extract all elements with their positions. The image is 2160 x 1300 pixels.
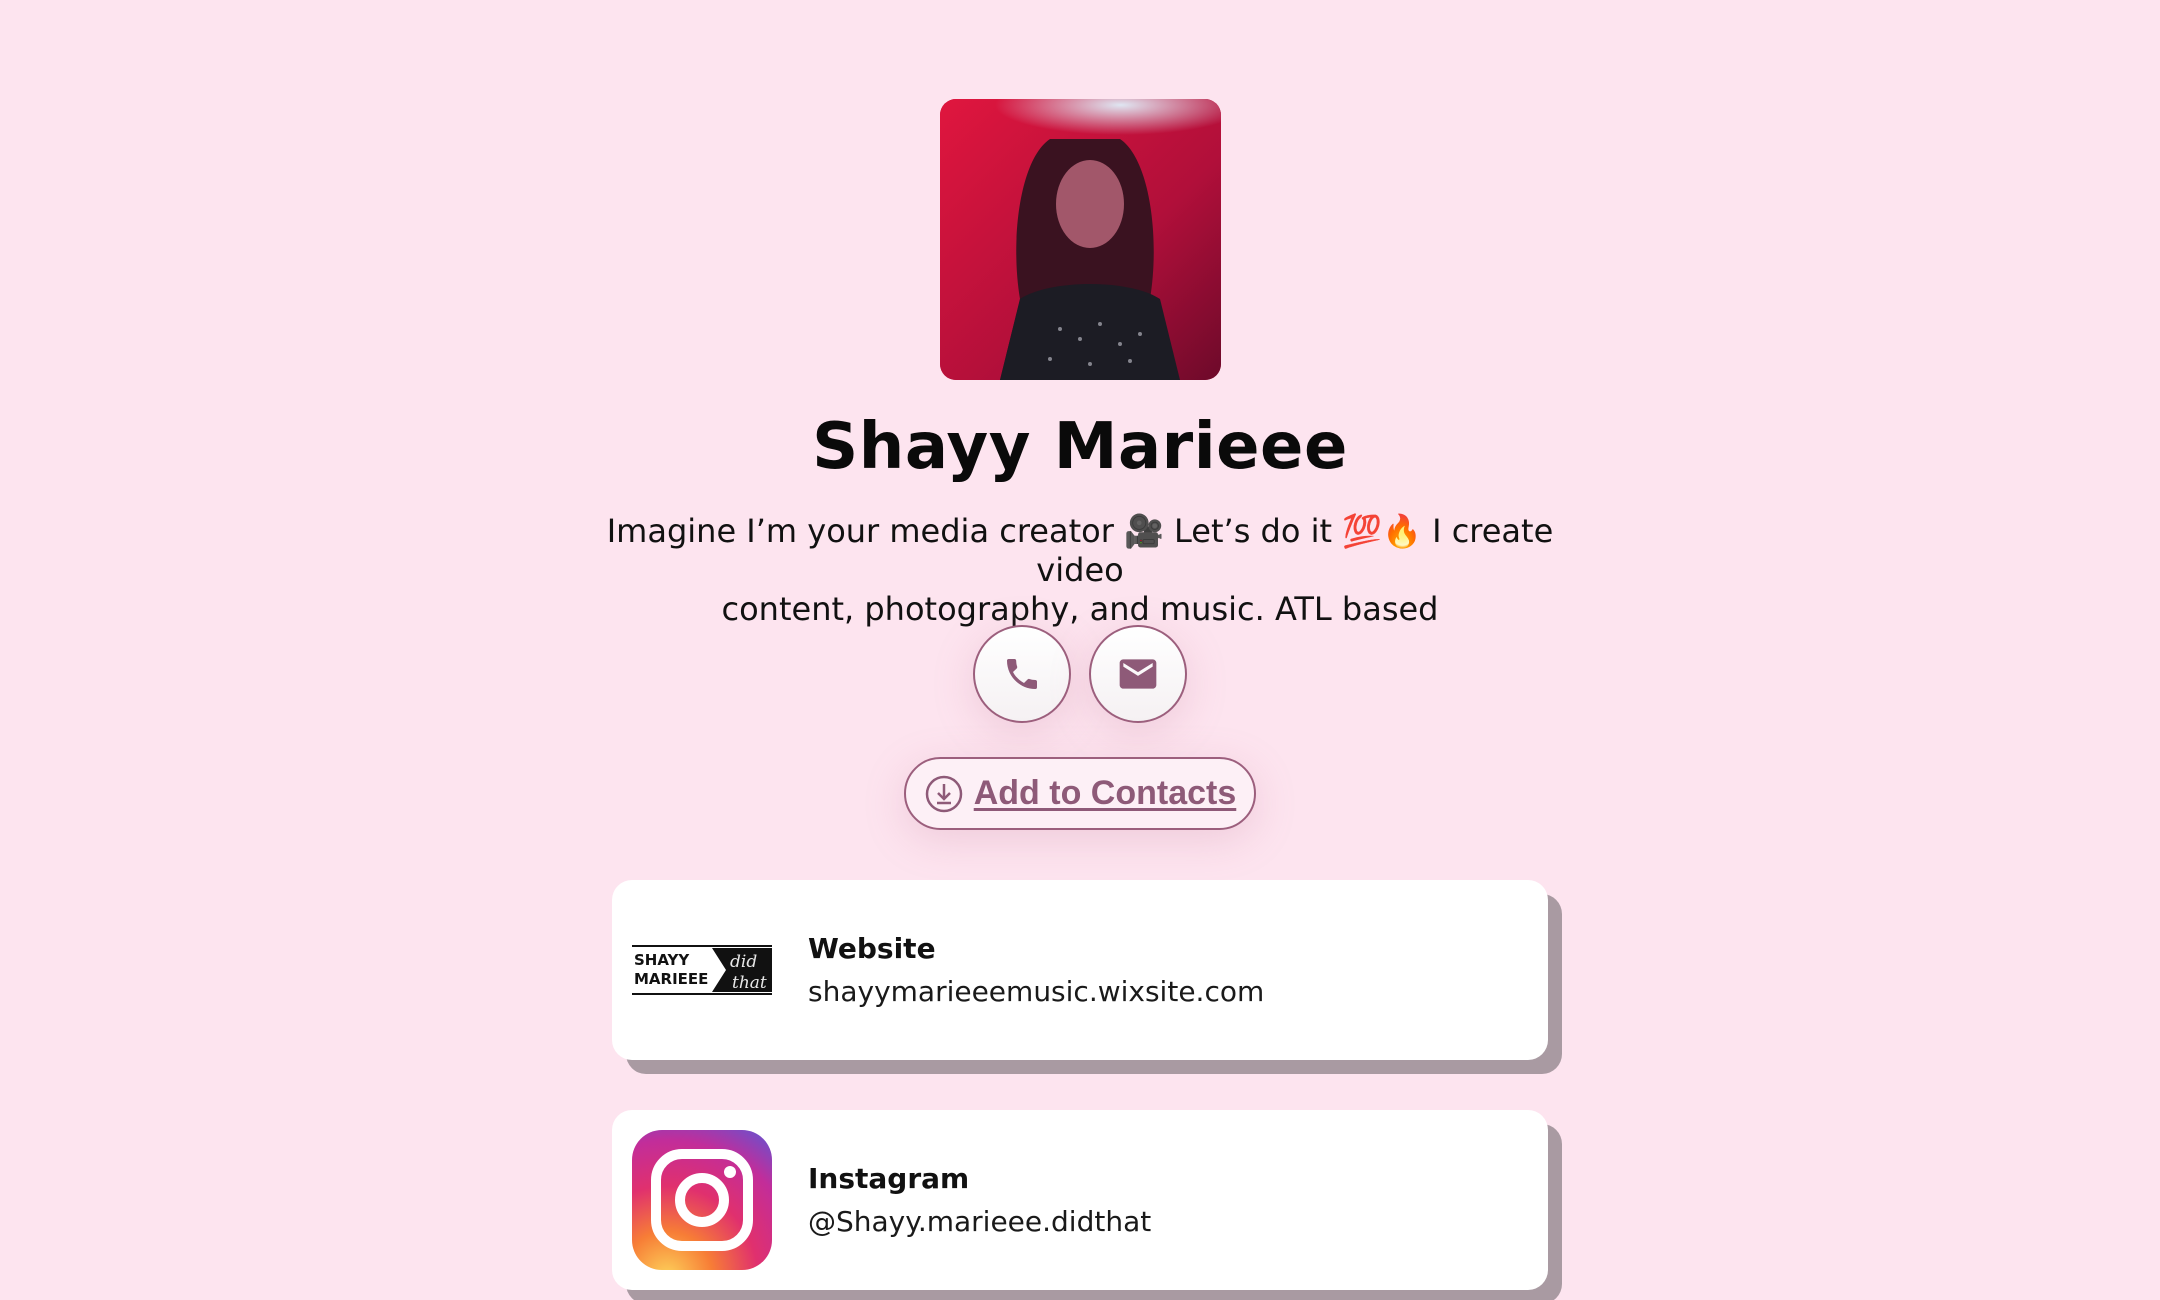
- bio-line-1: Imagine I’m your media creator 🎥 Let’s d…: [606, 512, 1554, 589]
- website-card-url: shayymarieeemusic.wixsite.com: [808, 975, 1265, 1008]
- instagram-card-handle: @Shayy.marieee.didthat: [808, 1205, 1152, 1238]
- logo-script-2: that: [732, 973, 767, 993]
- call-button[interactable]: [973, 625, 1071, 723]
- bio-line-2: content, photography, and music. ATL bas…: [721, 590, 1439, 628]
- instagram-card-title: Instagram: [808, 1162, 970, 1195]
- instagram-card-text: Instagram @Shayy.marieee.didthat: [808, 1162, 1151, 1238]
- email-button[interactable]: [1089, 625, 1187, 723]
- download-icon: [924, 774, 964, 814]
- website-card-text: Website shayymarieeemusic.wixsite.com: [808, 932, 1264, 1008]
- logo-text-1: SHAYY: [634, 951, 690, 969]
- profile-name: Shayy Marieee: [812, 410, 1348, 484]
- profile-page: Shayy Marieee Imagine I’m your media cre…: [0, 0, 2160, 1300]
- profile-avatar: [940, 99, 1221, 380]
- add-to-contacts-label: Add to Contacts: [973, 774, 1237, 812]
- website-logo: SHAYY MARIEEE did that: [632, 900, 772, 1040]
- logo-text-2: MARIEEE: [634, 970, 708, 988]
- phone-icon: [1007, 659, 1037, 689]
- website-card-title: Website: [808, 932, 936, 965]
- link-card-instagram[interactable]: Instagram @Shayy.marieee.didthat: [612, 1110, 1548, 1290]
- mail-icon: [1119, 659, 1157, 689]
- link-card-website[interactable]: SHAYY MARIEEE did that Website shayymari…: [612, 880, 1548, 1060]
- instagram-icon: [632, 1130, 772, 1270]
- avatar-photo: [940, 99, 1221, 380]
- logo-script-1: did: [730, 952, 757, 972]
- profile-bio: Imagine I’m your media creator 🎥 Let’s d…: [600, 512, 1560, 629]
- add-to-contacts-button[interactable]: Add to Contacts: [904, 757, 1256, 830]
